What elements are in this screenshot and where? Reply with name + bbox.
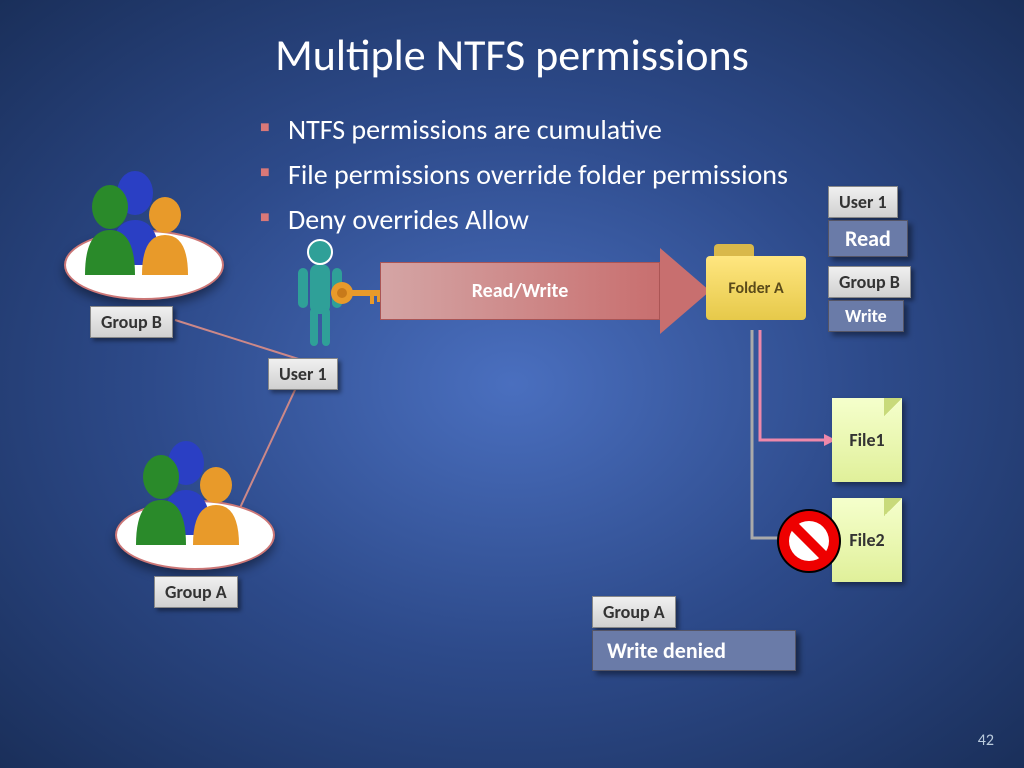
group-b-right-label: Group B xyxy=(828,266,911,298)
page-number: 42 xyxy=(978,731,994,750)
user1-right-label: User 1 xyxy=(828,186,898,218)
arrow-label: Read/Write xyxy=(472,279,569,303)
folder-a-label: Folder A xyxy=(706,256,806,320)
bullet-item: NTFS permissions are cumulative xyxy=(260,112,1024,147)
key-icon xyxy=(330,278,384,308)
file1-label: File1 xyxy=(849,429,884,451)
folder-icon: Folder A xyxy=(706,244,806,320)
group-a-label: Group A xyxy=(154,576,238,608)
write-permission-label: Write xyxy=(828,300,904,332)
permission-arrow: Read/Write xyxy=(380,262,660,320)
bullet-list: NTFS permissions are cumulative File per… xyxy=(260,112,1024,237)
user1-label: User 1 xyxy=(268,358,338,390)
file2-label: File2 xyxy=(849,529,884,551)
deny-icon xyxy=(774,506,844,576)
group-a-right-label: Group A xyxy=(592,596,676,628)
read-permission-label: Read xyxy=(828,220,908,257)
slide-title: Multiple NTFS permissions xyxy=(0,0,1024,82)
file-icon: File1 xyxy=(832,398,902,482)
group-people-icon xyxy=(131,435,261,545)
bullet-item: Deny overrides Allow xyxy=(260,202,1024,237)
write-denied-label: Write denied xyxy=(592,630,796,671)
bullet-item: File permissions override folder permiss… xyxy=(260,157,1024,192)
group-b-label: Group B xyxy=(90,306,173,338)
group-people-icon xyxy=(80,165,210,275)
arrow-head-icon xyxy=(660,248,710,334)
